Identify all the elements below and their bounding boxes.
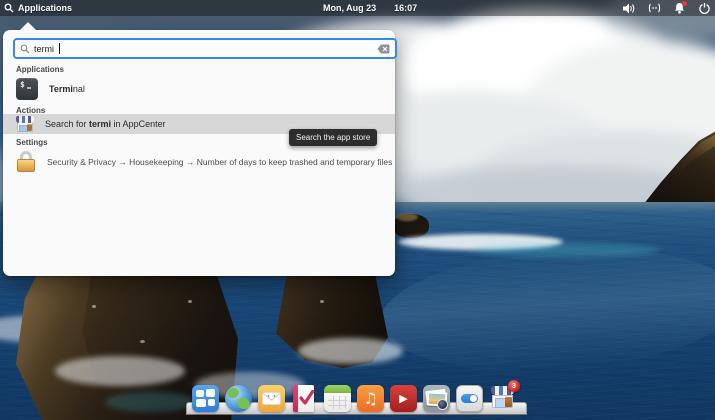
search-input[interactable]: termi [13, 38, 397, 59]
popup-pointer [20, 22, 36, 30]
dock-item-tasks[interactable] [290, 384, 319, 413]
dock-item-settings[interactable] [455, 384, 484, 413]
music-icon: ♫ [357, 385, 384, 412]
dock-item-web[interactable] [224, 384, 253, 413]
applications-menu-button[interactable]: Applications [4, 0, 72, 16]
appcenter-update-badge: 3 [508, 380, 520, 392]
foam-rock-right [298, 338, 403, 364]
terminal-icon: $ [16, 77, 38, 100]
section-header-applications: Applications [16, 65, 65, 74]
applications-label: Applications [18, 3, 73, 13]
power-icon[interactable] [698, 2, 711, 15]
search-icon [20, 44, 30, 53]
terminal-label: Terminal [49, 83, 85, 94]
dock: ♫ ▶ 3 [191, 380, 520, 413]
wash-teal [105, 392, 195, 412]
wave-wash [470, 243, 660, 257]
result-row-terminal[interactable]: $ Terminal [3, 75, 395, 102]
housekeeping-label: Security & Privacy → Housekeeping → Numb… [47, 157, 393, 167]
web-browser-icon [225, 385, 252, 412]
clear-search-icon[interactable] [377, 44, 390, 54]
notification-alert-dot [682, 0, 687, 6]
dock-item-photos[interactable] [422, 384, 451, 413]
datetime-indicator[interactable]: Mon, Aug 23 16:07 [323, 0, 417, 16]
appcenter-action-label: Search for termi in AppCenter [45, 119, 166, 129]
section-header-settings: Settings [16, 138, 48, 147]
islet-highlight [396, 213, 418, 221]
dock-item-videos[interactable]: ▶ [389, 384, 418, 413]
lock-icon [16, 151, 36, 173]
foam-rock-left [55, 356, 185, 386]
desktop: Applications Mon, Aug 23 16:07 termi App… [0, 0, 715, 420]
panel-date: Mon, Aug 23 [323, 3, 377, 13]
appcenter-icon [16, 115, 34, 133]
applications-launcher: termi Applications $ Terminal Actions Se… [3, 22, 397, 276]
result-row-housekeeping[interactable]: Security & Privacy → Housekeeping → Numb… [3, 148, 395, 176]
search-input-value: termi [34, 43, 54, 54]
videos-icon: ▶ [390, 385, 417, 412]
volume-icon[interactable] [623, 2, 636, 15]
notifications-icon[interactable] [673, 0, 687, 15]
dock-item-music[interactable]: ♫ [356, 384, 385, 413]
panel-indicators [623, 0, 711, 16]
dock-item-mail[interactable] [257, 384, 286, 413]
dock-item-appcenter[interactable]: 3 [488, 380, 520, 413]
search-icon [4, 3, 14, 13]
network-icon[interactable] [648, 2, 661, 15]
dock-item-calendar[interactable] [323, 384, 352, 413]
tooltip: Search the app store [289, 129, 378, 146]
dock-item-multitasking[interactable] [191, 384, 220, 413]
top-panel: Applications Mon, Aug 23 16:07 [0, 0, 715, 16]
text-caret [59, 43, 60, 54]
panel-time: 16:07 [394, 3, 418, 13]
